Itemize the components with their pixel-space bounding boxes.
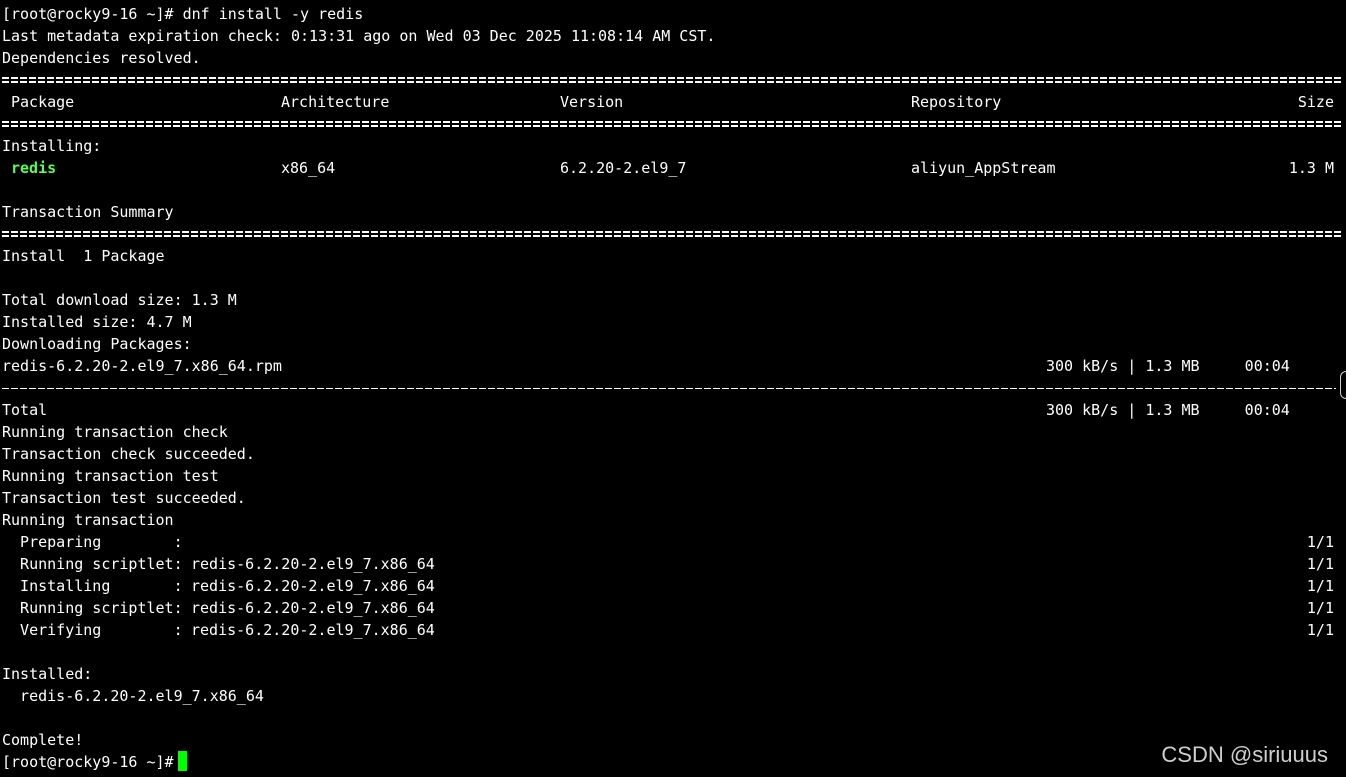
step-package: redis-6.2.20-2.el9_7.x86_64 [191,577,435,595]
step-label: Preparing : [2,533,183,551]
scrollbar-handle[interactable] [1340,371,1346,399]
step-progress: 1/1 [1306,621,1334,639]
text-cursor [177,751,187,771]
header-package: Package [11,93,75,111]
step-row: Running scriptlet: redis-6.2.20-2.el9_7.… [2,597,1342,619]
transaction-line: Running transaction test [2,467,219,485]
separator-single [2,377,1342,399]
step-progress: 1/1 [1306,555,1334,573]
step-label: Running scriptlet: [2,599,183,617]
row-architecture: x86_64 [281,159,336,177]
download-file-row: redis-6.2.20-2.el9_7.x86_64.rpm 300 kB/s… [2,355,1342,377]
separator-rule [2,121,1342,127]
complete-line: Complete! [2,731,84,749]
step-row: Preparing : 1/1 [2,531,1342,553]
transaction-line: Running transaction [2,511,174,529]
download-total-stats: 300 kB/s | 1.3 MB 00:04 [1046,401,1290,419]
prompt-line[interactable]: [root@rocky9-16 ~]# [2,751,1342,773]
transaction-line: Running transaction check [2,423,228,441]
command-line: [root@rocky9-16 ~]# dnf install -y redis [2,5,364,23]
header-version: Version [560,93,624,111]
download-size-line: Total download size: 1.3 M [2,291,237,309]
dependencies-line: Dependencies resolved. [2,49,201,67]
step-progress: 1/1 [1306,599,1334,617]
download-file-name: redis-6.2.20-2.el9_7.x86_64.rpm [2,357,282,375]
row-size: 1.3 M [1288,159,1334,177]
step-label: Running scriptlet: [2,555,183,573]
row-version: 6.2.20-2.el9_7 [560,159,687,177]
table-header-row: Package Architecture Version Repository … [2,91,1342,113]
section-installing-label: Installing: [2,137,102,155]
watermark-text: CSDN @siriuuus [1161,742,1328,767]
summary-install-line: Install 1 Package [2,247,165,265]
transaction-line: Transaction test succeeded. [2,489,246,507]
separator-rule [2,77,1342,83]
header-size: Size [1297,93,1334,111]
installed-label: Installed: [2,665,93,683]
installed-package: redis-6.2.20-2.el9_7.x86_64 [2,687,264,705]
download-total-row: Total 300 kB/s | 1.3 MB 00:04 [2,399,1342,421]
separator-rule [2,388,1336,389]
separator-double [2,223,1342,245]
header-architecture: Architecture [281,93,390,111]
step-package: redis-6.2.20-2.el9_7.x86_64 [191,555,435,573]
row-package: redis [11,159,57,177]
downloading-packages-line: Downloading Packages: [2,335,192,353]
transaction-line: Transaction check succeeded. [2,445,255,463]
separator-double [2,69,1342,91]
step-package: redis-6.2.20-2.el9_7.x86_64 [191,621,435,639]
step-progress: 1/1 [1306,533,1334,551]
row-repository: aliyun_AppStream [911,159,1056,177]
summary-title: Transaction Summary [2,203,174,221]
separator-rule [2,231,1342,237]
terminal-output[interactable]: [root@rocky9-16 ~]# dnf install -y redis… [2,3,1342,773]
separator-double [2,113,1342,135]
header-repository: Repository [911,93,1002,111]
installed-size-line: Installed size: 4.7 M [2,313,192,331]
download-file-stats: 300 kB/s | 1.3 MB 00:04 [1046,357,1290,375]
step-label: Installing : [2,577,183,595]
metadata-line: Last metadata expiration check: 0:13:31 … [2,27,716,45]
step-row: Verifying : redis-6.2.20-2.el9_7.x86_64 … [2,619,1342,641]
table-row: redis x86_64 6.2.20-2.el9_7 aliyun_AppSt… [2,157,1342,179]
step-progress: 1/1 [1306,577,1334,595]
step-row: Installing : redis-6.2.20-2.el9_7.x86_64… [2,575,1342,597]
step-row: Running scriptlet: redis-6.2.20-2.el9_7.… [2,553,1342,575]
step-package: redis-6.2.20-2.el9_7.x86_64 [191,599,435,617]
shell-prompt: [root@rocky9-16 ~]# [2,753,174,771]
step-label: Verifying : [2,621,183,639]
download-total-label: Total [2,401,48,419]
